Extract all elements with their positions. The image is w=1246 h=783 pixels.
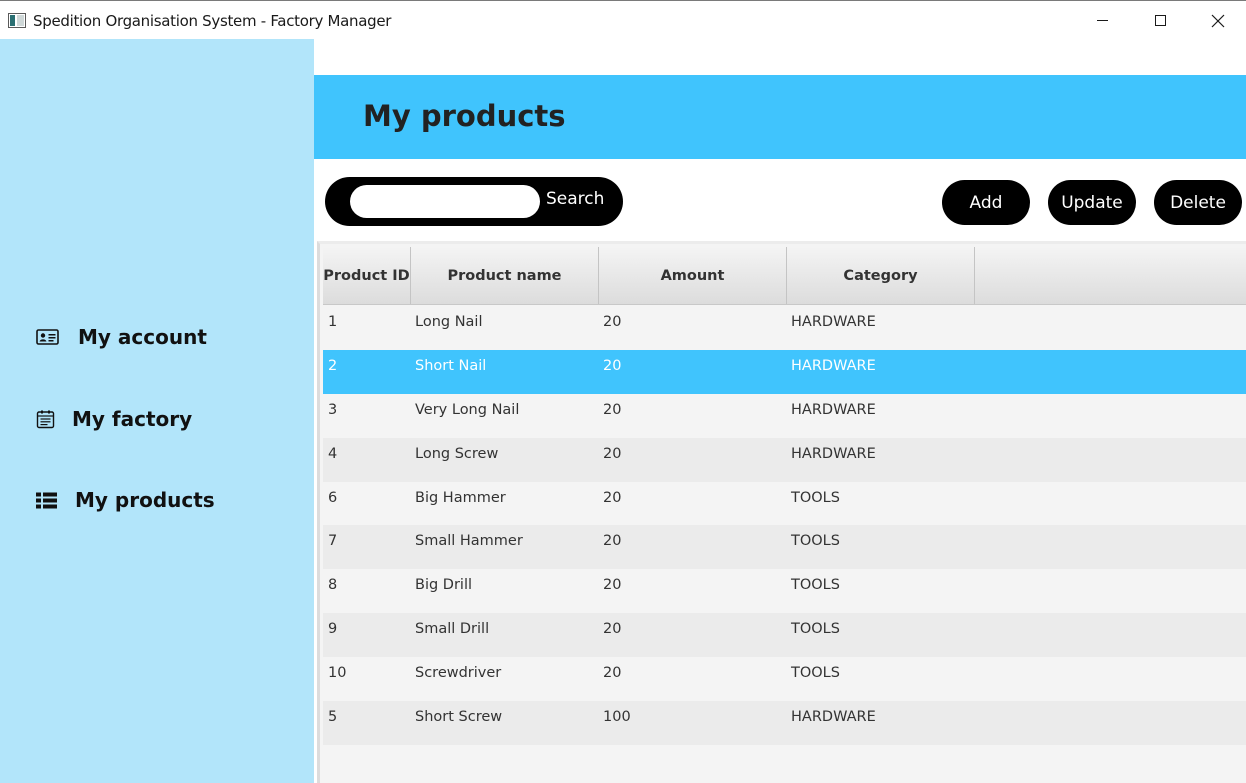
sidebar: My account My factory My products bbox=[0, 39, 314, 783]
column-header-product-id[interactable]: Product ID bbox=[323, 247, 411, 304]
cell-amount: 20 bbox=[603, 577, 622, 594]
sidebar-item-label: My factory bbox=[72, 407, 193, 431]
cell-product-name: Long Screw bbox=[415, 445, 499, 462]
cell-product-name: Big Hammer bbox=[415, 489, 506, 506]
maximize-icon bbox=[1154, 15, 1166, 26]
sidebar-item-my-products[interactable]: My products bbox=[36, 488, 215, 512]
update-button[interactable]: Update bbox=[1048, 180, 1136, 225]
column-header-amount[interactable]: Amount bbox=[599, 247, 787, 304]
cell-category: TOOLS bbox=[791, 533, 840, 550]
cell-product-name: Very Long Nail bbox=[415, 401, 520, 418]
table-row[interactable]: 1 Long Nail 20 HARDWARE bbox=[323, 306, 1246, 350]
table-row[interactable]: 6 Big Hammer 20 TOOLS bbox=[323, 481, 1246, 526]
list-icon bbox=[36, 492, 57, 508]
cell-product-id: 9 bbox=[328, 621, 338, 638]
table-row[interactable]: 8 Big Drill 20 TOOLS bbox=[323, 569, 1246, 614]
cell-category: TOOLS bbox=[791, 577, 840, 594]
table-row[interactable]: 3 Very Long Nail 20 HARDWARE bbox=[323, 393, 1246, 438]
cell-category: HARDWARE bbox=[791, 314, 876, 330]
table-row[interactable]: 5 Short Screw 100 HARDWARE bbox=[323, 701, 1246, 745]
cell-product-name: Short Nail bbox=[415, 357, 487, 374]
cell-product-name: Short Screw bbox=[415, 709, 503, 726]
cell-category: HARDWARE bbox=[791, 357, 876, 374]
close-button[interactable] bbox=[1189, 1, 1246, 40]
sidebar-item-my-account[interactable]: My account bbox=[36, 325, 207, 349]
id-card-icon bbox=[36, 329, 59, 345]
add-button[interactable]: Add bbox=[942, 180, 1030, 225]
minimize-icon bbox=[1096, 20, 1108, 21]
cell-product-id: 1 bbox=[328, 314, 338, 330]
app-icon bbox=[8, 13, 26, 28]
table-row[interactable]: 4 Long Screw 20 HARDWARE bbox=[323, 437, 1246, 482]
cell-amount: 20 bbox=[603, 445, 622, 462]
cell-amount: 20 bbox=[603, 401, 622, 418]
column-header-product-name[interactable]: Product name bbox=[411, 247, 599, 304]
maximize-button[interactable] bbox=[1131, 1, 1189, 40]
table-body: 1 Long Nail 20 HARDWARE 2 Short Nail 20 … bbox=[323, 306, 1246, 745]
cell-category: TOOLS bbox=[791, 621, 840, 638]
sidebar-item-my-factory[interactable]: My factory bbox=[36, 407, 192, 431]
search-bar: Search bbox=[325, 177, 623, 226]
table-row[interactable]: 9 Small Drill 20 TOOLS bbox=[323, 613, 1246, 658]
page-header: My products bbox=[314, 75, 1246, 159]
cell-amount: 20 bbox=[603, 533, 622, 550]
search-input[interactable] bbox=[350, 185, 540, 218]
column-header-category[interactable]: Category bbox=[787, 247, 975, 304]
table-header: Product ID Product name Amount Category bbox=[323, 247, 1246, 305]
cell-product-id: 10 bbox=[328, 665, 347, 682]
cell-amount: 20 bbox=[603, 489, 622, 506]
table-row-selected[interactable]: 2 Short Nail 20 HARDWARE bbox=[323, 349, 1246, 394]
cell-amount: 100 bbox=[603, 709, 631, 726]
table-row[interactable]: 7 Small Hammer 20 TOOLS bbox=[323, 525, 1246, 570]
cell-product-id: 5 bbox=[328, 709, 338, 726]
title-bar: Spedition Organisation System - Factory … bbox=[0, 0, 1246, 39]
cell-amount: 20 bbox=[603, 314, 622, 330]
window-title: Spedition Organisation System - Factory … bbox=[33, 12, 392, 30]
cell-category: TOOLS bbox=[791, 665, 840, 682]
cell-product-name: Big Drill bbox=[415, 577, 473, 594]
cell-product-id: 2 bbox=[328, 357, 338, 374]
products-table: Product ID Product name Amount Category … bbox=[317, 241, 1246, 783]
cell-category: TOOLS bbox=[791, 489, 840, 506]
factory-list-icon bbox=[36, 410, 55, 428]
cell-amount: 20 bbox=[603, 665, 622, 682]
minimize-button[interactable] bbox=[1073, 1, 1131, 40]
cell-product-name: Screwdriver bbox=[415, 665, 502, 682]
cell-product-name: Small Hammer bbox=[415, 533, 523, 550]
table-row[interactable]: 10 Screwdriver 20 TOOLS bbox=[323, 657, 1246, 702]
search-button[interactable]: Search bbox=[546, 189, 604, 209]
cell-category: HARDWARE bbox=[791, 445, 876, 462]
delete-button[interactable]: Delete bbox=[1154, 180, 1242, 225]
cell-amount: 20 bbox=[603, 357, 622, 374]
cell-product-name: Long Nail bbox=[415, 314, 483, 330]
app-window: Spedition Organisation System - Factory … bbox=[0, 0, 1246, 783]
close-icon bbox=[1211, 14, 1225, 27]
cell-product-id: 3 bbox=[328, 401, 338, 418]
sidebar-item-label: My account bbox=[78, 325, 207, 349]
cell-product-id: 7 bbox=[328, 533, 338, 550]
cell-product-id: 8 bbox=[328, 577, 338, 594]
cell-product-id: 4 bbox=[328, 445, 338, 462]
cell-category: HARDWARE bbox=[791, 709, 876, 726]
cell-product-name: Small Drill bbox=[415, 621, 490, 638]
sidebar-item-label: My products bbox=[75, 488, 215, 512]
page-title: My products bbox=[363, 99, 566, 133]
cell-amount: 20 bbox=[603, 621, 622, 638]
cell-product-id: 6 bbox=[328, 489, 338, 506]
cell-category: HARDWARE bbox=[791, 401, 876, 418]
